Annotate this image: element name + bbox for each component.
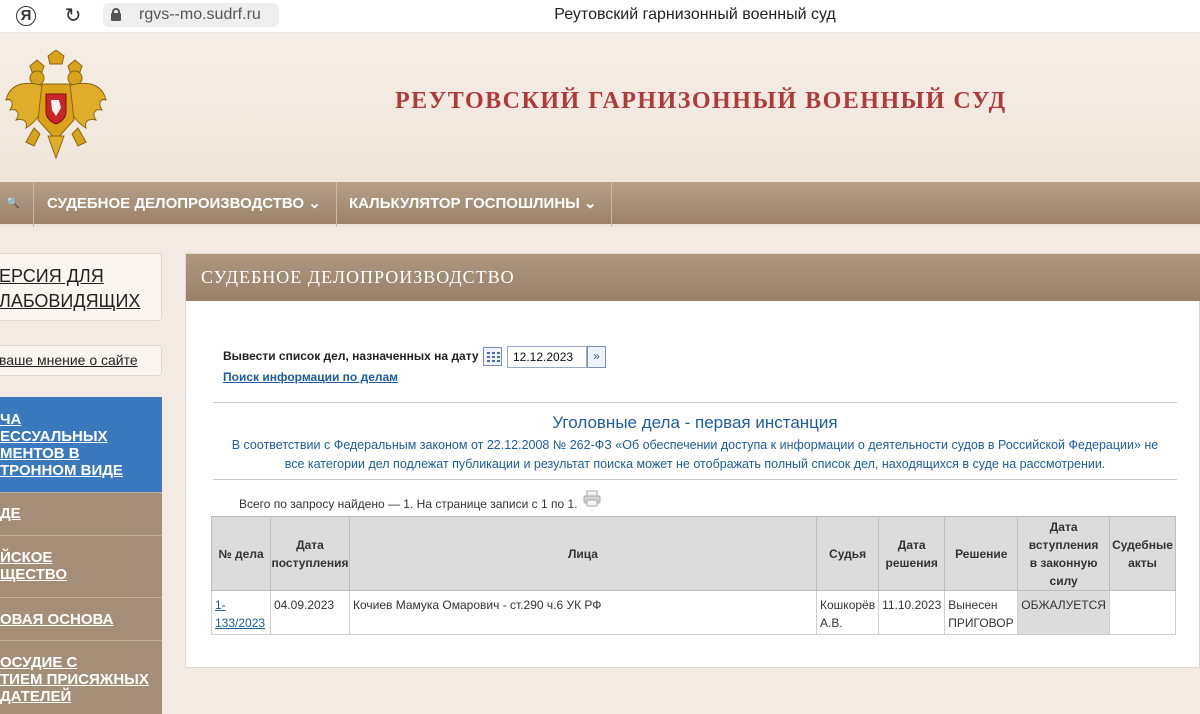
sidebar-line[interactable]: ЩЕСТВО bbox=[0, 566, 162, 583]
col-header-persons: Лица bbox=[348, 516, 818, 591]
publication-notice: В соответствии с Федеральным законом от … bbox=[213, 436, 1177, 474]
sidebar-item-jury-trial[interactable]: ОСУДИЕ С ТИЕМ ПРИСЯЖНЫХ ДАТЕЛЕЙ bbox=[0, 641, 162, 714]
sidebar-line[interactable]: МЕНТОВ В bbox=[0, 445, 162, 462]
site-opinion-link[interactable]: ваше мнение о сайте bbox=[0, 345, 162, 376]
header-line: в законную bbox=[1029, 555, 1098, 570]
table-row: 1- 133/2023 04.09.2023 Кочиев Мамука Омар… bbox=[211, 590, 1177, 635]
header-line: решения bbox=[885, 555, 938, 570]
cell-line: А.В. bbox=[820, 616, 843, 630]
vis-line-2[interactable]: ЛАБОВИДЯЩИХ bbox=[0, 291, 140, 311]
sidebar-line[interactable]: ДАТЕЛЕЙ bbox=[0, 688, 162, 705]
cell-line: Кошкорёв bbox=[820, 598, 876, 612]
nav-fee-calculator[interactable]: КАЛЬКУЛЯТОР ГОСПОШЛИНЫ ⌄ bbox=[337, 182, 612, 227]
col-header-judge: Судья bbox=[816, 516, 880, 591]
cell-received: 04.09.2023 bbox=[269, 590, 350, 635]
sidebar-item-electronic-docs[interactable]: ЧА ЕССУАЛЬНЫХ МЕНТОВ В ТРОННОМ ВИДЕ bbox=[0, 397, 162, 493]
cell-case-no[interactable]: 1- 133/2023 bbox=[211, 590, 271, 635]
search-icon[interactable]: 🔍 bbox=[0, 182, 34, 227]
sidebar-line[interactable]: ДЕ bbox=[0, 505, 162, 522]
sidebar-line[interactable]: ОСУДИЕ С bbox=[0, 654, 162, 671]
sidebar-item-legal-basis[interactable]: ОВАЯ ОСНОВА bbox=[0, 598, 162, 641]
sidebar-line[interactable]: ТИЕМ ПРИСЯЖНЫХ bbox=[0, 671, 162, 688]
cell-judge: Кошкорёв А.В. bbox=[816, 590, 880, 635]
results-count: Всего по запросу найдено — 1. На страниц… bbox=[239, 497, 578, 511]
cell-line: ПРИГОВОР bbox=[948, 616, 1014, 630]
cell-persons: Кочиев Мамука Омарович - ст.290 ч.6 УК Р… bbox=[348, 590, 818, 635]
header-line: вступления bbox=[1028, 537, 1099, 552]
visually-impaired-version-link[interactable]: ЕРСИЯ ДЛЯ ЛАБОВИДЯЩИХ bbox=[0, 253, 162, 321]
section-title: Уголовные дела - первая инстанция bbox=[552, 413, 838, 432]
notice-line: В соответствии с Федеральным законом от … bbox=[231, 438, 1159, 452]
coat-of-arms-icon bbox=[5, 50, 107, 160]
header-line: силу bbox=[1049, 573, 1078, 588]
case-search-link[interactable]: Поиск информации по делам bbox=[223, 370, 398, 384]
sidebar-line[interactable]: ЧА bbox=[0, 411, 162, 428]
panel-title: СУДЕБНОЕ ДЕЛОПРОИЗВОДСТВО bbox=[186, 254, 1200, 301]
cell-decision: Вынесен ПРИГОВОР bbox=[944, 590, 1019, 635]
sidebar-line[interactable]: ТРОННОМ ВИДЕ bbox=[0, 462, 162, 479]
sidebar-item-2[interactable]: ДЕ bbox=[0, 493, 162, 536]
date-filter-label: Вывести список дел, назначенных на дату bbox=[223, 349, 479, 363]
sidebar-line[interactable]: ОВАЯ ОСНОВА bbox=[0, 611, 162, 628]
cell-decision-date: 11.10.2023 bbox=[878, 590, 946, 635]
cases-table: № дела Дата поступления Лица Судья Дата ре… bbox=[211, 516, 1177, 635]
col-header-received: Дата поступления bbox=[269, 516, 350, 591]
case-link[interactable]: 1- 133/2023 bbox=[215, 598, 265, 630]
cell-judicial-acts bbox=[1108, 590, 1177, 635]
col-header-judicial-acts: Судебные акты bbox=[1108, 516, 1177, 591]
sidebar-menu: ЧА ЕССУАЛЬНЫХ МЕНТОВ В ТРОННОМ ВИДЕ ДЕ Й… bbox=[0, 397, 162, 714]
table-header-row: № дела Дата поступления Лица Судья Дата ре… bbox=[211, 516, 1177, 591]
col-header-effective-date: Дата вступления в законную силу bbox=[1017, 516, 1110, 591]
case-link-line[interactable]: 1- bbox=[215, 598, 226, 612]
calendar-icon[interactable] bbox=[483, 347, 502, 366]
main-navigation: 🔍 СУДЕБНОЕ ДЕЛОПРОИЗВОДСТВО ⌄ КАЛЬКУЛЯТО… bbox=[0, 182, 1200, 227]
cell-line: Вынесен bbox=[948, 598, 998, 612]
case-link-line[interactable]: 133/2023 bbox=[215, 616, 265, 630]
header-line: Дата bbox=[296, 537, 324, 552]
date-input[interactable]: 12.12.2023 bbox=[507, 346, 587, 368]
col-header-case-no: № дела bbox=[211, 516, 271, 591]
notice-line: все категории дел подлежат публикации и … bbox=[284, 457, 1106, 471]
vis-line-1[interactable]: ЕРСИЯ ДЛЯ bbox=[0, 266, 104, 286]
cell-effective-date: ОБЖАЛУЕТСЯ bbox=[1017, 590, 1110, 635]
header-line: акты bbox=[1128, 555, 1157, 570]
main-content-panel: СУДЕБНОЕ ДЕЛОПРОИЗВОДСТВО Вывести список… bbox=[185, 253, 1200, 668]
page-tab-title: Реутовский гарнизонный военный суд bbox=[554, 6, 836, 23]
col-header-decision: Решение bbox=[944, 516, 1019, 591]
browser-toolbar: Я ↻ rgvs--mo.sudrf.ru Реутовский гарнизо… bbox=[0, 0, 1200, 33]
header-line: Судебные bbox=[1112, 537, 1173, 552]
double-chevron-right-icon[interactable]: » bbox=[587, 346, 606, 368]
site-title: РЕУТОВСКИЙ ГАРНИЗОННЫЙ ВОЕННЫЙ СУД bbox=[395, 88, 1007, 114]
header-line: Дата bbox=[1049, 519, 1078, 534]
divider bbox=[213, 402, 1177, 403]
site-header: РЕУТОВСКИЙ ГАРНИЗОННЫЙ ВОЕННЫЙ СУД bbox=[0, 34, 1200, 182]
header-line: поступления bbox=[271, 555, 349, 570]
sidebar-item-judicial-community[interactable]: ЙСКОЕ ЩЕСТВО bbox=[0, 536, 162, 598]
sidebar-line[interactable]: ЕССУАЛЬНЫХ bbox=[0, 428, 162, 445]
printer-icon[interactable] bbox=[583, 490, 601, 507]
col-header-decision-date: Дата решения bbox=[878, 516, 946, 591]
nav-judicial-proceedings[interactable]: СУДЕБНОЕ ДЕЛОПРОИЗВОДСТВО ⌄ bbox=[35, 182, 337, 227]
sidebar-line[interactable]: ЙСКОЕ bbox=[0, 549, 162, 566]
header-line: Дата bbox=[897, 537, 926, 552]
divider bbox=[213, 479, 1177, 480]
